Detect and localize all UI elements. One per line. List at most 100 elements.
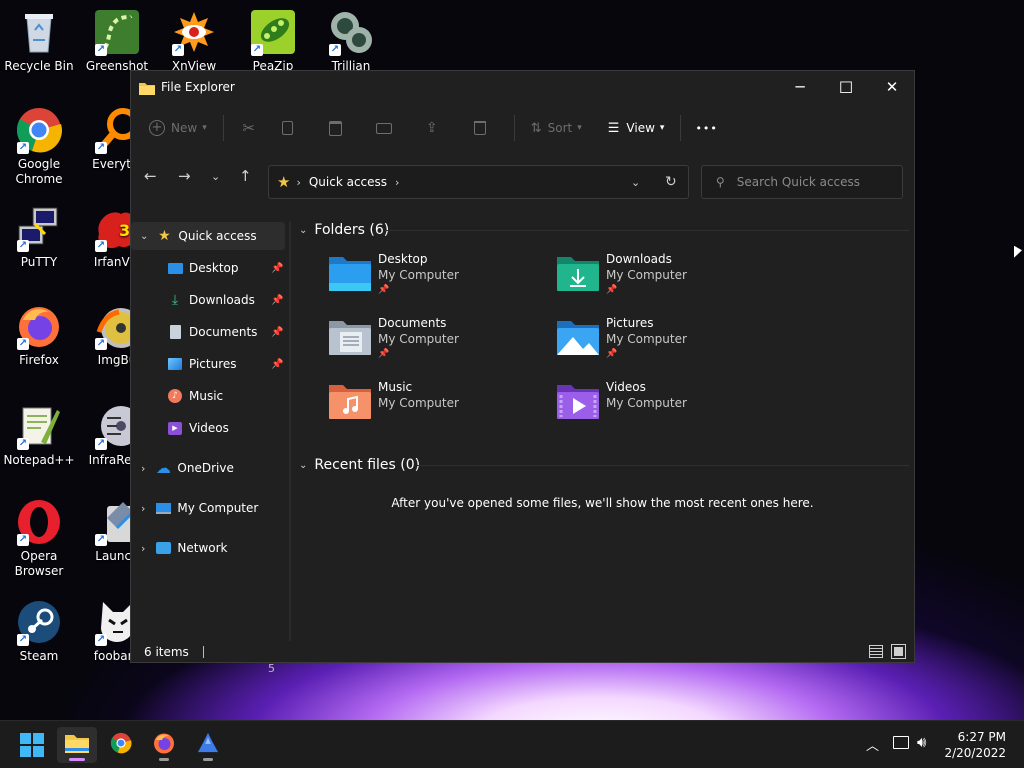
volume-icon[interactable]: 🔊︎ — [917, 733, 926, 751]
show-hidden-icons-chevron-icon[interactable]: ︿ — [866, 735, 879, 754]
desktop-icon-putty[interactable]: ↗ PuTTY — [0, 204, 78, 270]
chevron-expanded-icon: ⌄ — [299, 459, 308, 471]
arrow-right-icon: → — [178, 167, 191, 185]
folder-name: Pictures — [606, 316, 654, 330]
tiles-view-icon[interactable] — [891, 644, 906, 659]
desktop-icon-greenshot[interactable]: ↗ Greenshot — [78, 8, 156, 74]
more-options-button[interactable]: ••• — [695, 113, 717, 143]
content-pane: ⌄ Folders (6) Desktop My Computer 📌 Down… — [291, 221, 914, 641]
folder-name: Music — [378, 380, 413, 394]
copy-button[interactable] — [264, 113, 312, 143]
sort-button-label: Sort — [547, 121, 573, 135]
breadcrumb-quick-access[interactable]: Quick access — [309, 175, 387, 189]
desktop-icon-recycle-bin[interactable]: Recycle Bin — [0, 8, 78, 74]
desktop-icon-label: Opera Browser — [14, 549, 64, 578]
desktop-icon-notepadpp[interactable]: ↗ Notepad++ — [0, 402, 78, 468]
desktop-icon-firefox[interactable]: ↗ Firefox — [0, 302, 78, 368]
folders-section-header[interactable]: ⌄ Folders (6) — [299, 221, 909, 239]
chevron-down-icon: ▾ — [659, 123, 665, 133]
recent-locations-button[interactable]: ⌄ — [211, 170, 220, 183]
folder-tile-pictures[interactable]: Pictures My Computer 📌 — [555, 315, 775, 371]
rename-button[interactable] — [360, 113, 408, 143]
view-button[interactable]: ☰ View ▾ — [608, 113, 665, 143]
shortcut-arrow-icon: ↗ — [95, 534, 107, 546]
nav-item-videos[interactable]: ▶ Videos — [167, 414, 229, 442]
system-clock[interactable]: 6:27 PM 2/20/2022 — [944, 729, 1006, 761]
nav-item-music[interactable]: ♪ Music — [167, 382, 223, 410]
details-view-icon[interactable] — [869, 645, 883, 658]
app-icon — [197, 732, 219, 758]
toolbar-separator — [222, 115, 224, 141]
videos-folder-icon — [555, 381, 601, 421]
folder-tile-documents[interactable]: Documents My Computer 📌 — [327, 315, 547, 371]
network-status-icon[interactable] — [893, 736, 909, 749]
taskbar-chrome[interactable] — [101, 727, 141, 763]
nav-item-network[interactable]: › Network — [131, 534, 228, 562]
nav-item-documents[interactable]: Documents — [167, 318, 257, 346]
cut-button[interactable]: ✂ — [234, 113, 264, 143]
folder-icon — [65, 733, 89, 757]
desktop-icon-trillian[interactable]: ↗ Trillian — [312, 8, 390, 74]
pin-icon: 📌 — [606, 349, 618, 359]
nav-item-quick-access[interactable]: ⌄ ★ Quick access — [131, 222, 285, 250]
sort-button[interactable]: ⇅ Sort ▾ — [531, 113, 582, 143]
picture-icon — [167, 356, 183, 372]
nav-item-pictures[interactable]: Pictures — [167, 350, 237, 378]
desktop-icon-opera[interactable]: ↗ Opera Browser — [0, 498, 78, 579]
taskbar-app[interactable] — [188, 727, 228, 763]
status-bar: 6 items — [131, 641, 914, 662]
folder-tile-music[interactable]: Music My Computer — [327, 379, 547, 435]
maximize-button[interactable]: ☐ — [823, 71, 869, 103]
taskbar-firefox[interactable] — [144, 727, 184, 763]
section-divider — [385, 230, 909, 231]
desktop-icon-label: Recycle Bin — [4, 59, 74, 73]
firefox-icon — [152, 731, 176, 759]
desktop-icon-steam[interactable]: ↗ Steam — [0, 598, 78, 664]
nav-item-my-computer[interactable]: › My Computer — [131, 494, 258, 522]
nav-item-label: Downloads — [189, 293, 255, 307]
desktop-icon-chrome[interactable]: ↗ Google Chrome — [0, 106, 78, 187]
shortcut-arrow-icon: ↗ — [172, 44, 184, 56]
address-dropdown-chevron-icon[interactable]: ⌄ — [631, 176, 640, 189]
up-button[interactable]: ↑ — [239, 167, 252, 185]
nav-item-downloads[interactable]: ⤓ Downloads — [167, 286, 255, 314]
paste-button[interactable] — [312, 113, 360, 143]
running-indicator — [203, 758, 213, 761]
folder-tile-desktop[interactable]: Desktop My Computer 📌 — [327, 251, 547, 307]
pin-icon: 📌 — [271, 327, 284, 338]
address-bar[interactable]: ★ › Quick access › ⌄ ↻ — [268, 165, 689, 199]
share-button[interactable]: ⇪ — [408, 113, 456, 143]
recent-files-section-header[interactable]: ⌄ Recent files (0) — [299, 456, 909, 474]
breadcrumb-chevron-icon: › — [395, 175, 400, 189]
nav-item-desktop[interactable]: Desktop — [167, 254, 239, 282]
shortcut-arrow-icon: ↗ — [95, 142, 107, 154]
pin-icon: 📌 — [271, 359, 284, 370]
back-button[interactable]: ← — [144, 167, 157, 185]
title-bar[interactable]: File Explorer ─ ☐ ✕ — [131, 71, 914, 103]
minimize-button[interactable]: ─ — [777, 71, 823, 103]
taskbar: ︿ 🔊︎ 6:27 PM 2/20/2022 — [0, 720, 1024, 768]
refresh-icon[interactable]: ↻ — [665, 174, 677, 190]
folder-tile-videos[interactable]: Videos My Computer — [555, 379, 775, 435]
start-button[interactable] — [12, 727, 52, 763]
taskbar-file-explorer[interactable] — [57, 727, 97, 763]
desktop-icon-peazip[interactable]: ↗ PeaZip — [234, 8, 312, 74]
rename-icon — [375, 122, 392, 134]
new-button-label: New — [171, 121, 198, 135]
desktop-icon-xnview[interactable]: ↗ XnView — [155, 8, 233, 74]
music-note-icon: ♪ — [167, 388, 183, 404]
search-box[interactable]: ⚲ Search Quick access — [701, 165, 903, 199]
trillian-icon: ↗ — [327, 8, 375, 56]
folder-tile-downloads[interactable]: Downloads My Computer 📌 — [555, 251, 775, 307]
sort-icon: ⇅ — [530, 120, 542, 136]
pictures-folder-icon — [555, 317, 601, 357]
new-button[interactable]: + New ▾ — [149, 113, 207, 143]
close-button[interactable]: ✕ — [869, 71, 914, 103]
desktop-icon-label: Notepad++ — [3, 453, 75, 467]
nav-item-onedrive[interactable]: › ☁ OneDrive — [131, 454, 234, 482]
network-icon — [155, 540, 171, 556]
delete-button[interactable] — [456, 113, 504, 143]
forward-button[interactable]: → — [178, 167, 191, 185]
firefox-icon: ↗ — [15, 302, 63, 350]
folder-location: My Computer — [606, 396, 687, 410]
